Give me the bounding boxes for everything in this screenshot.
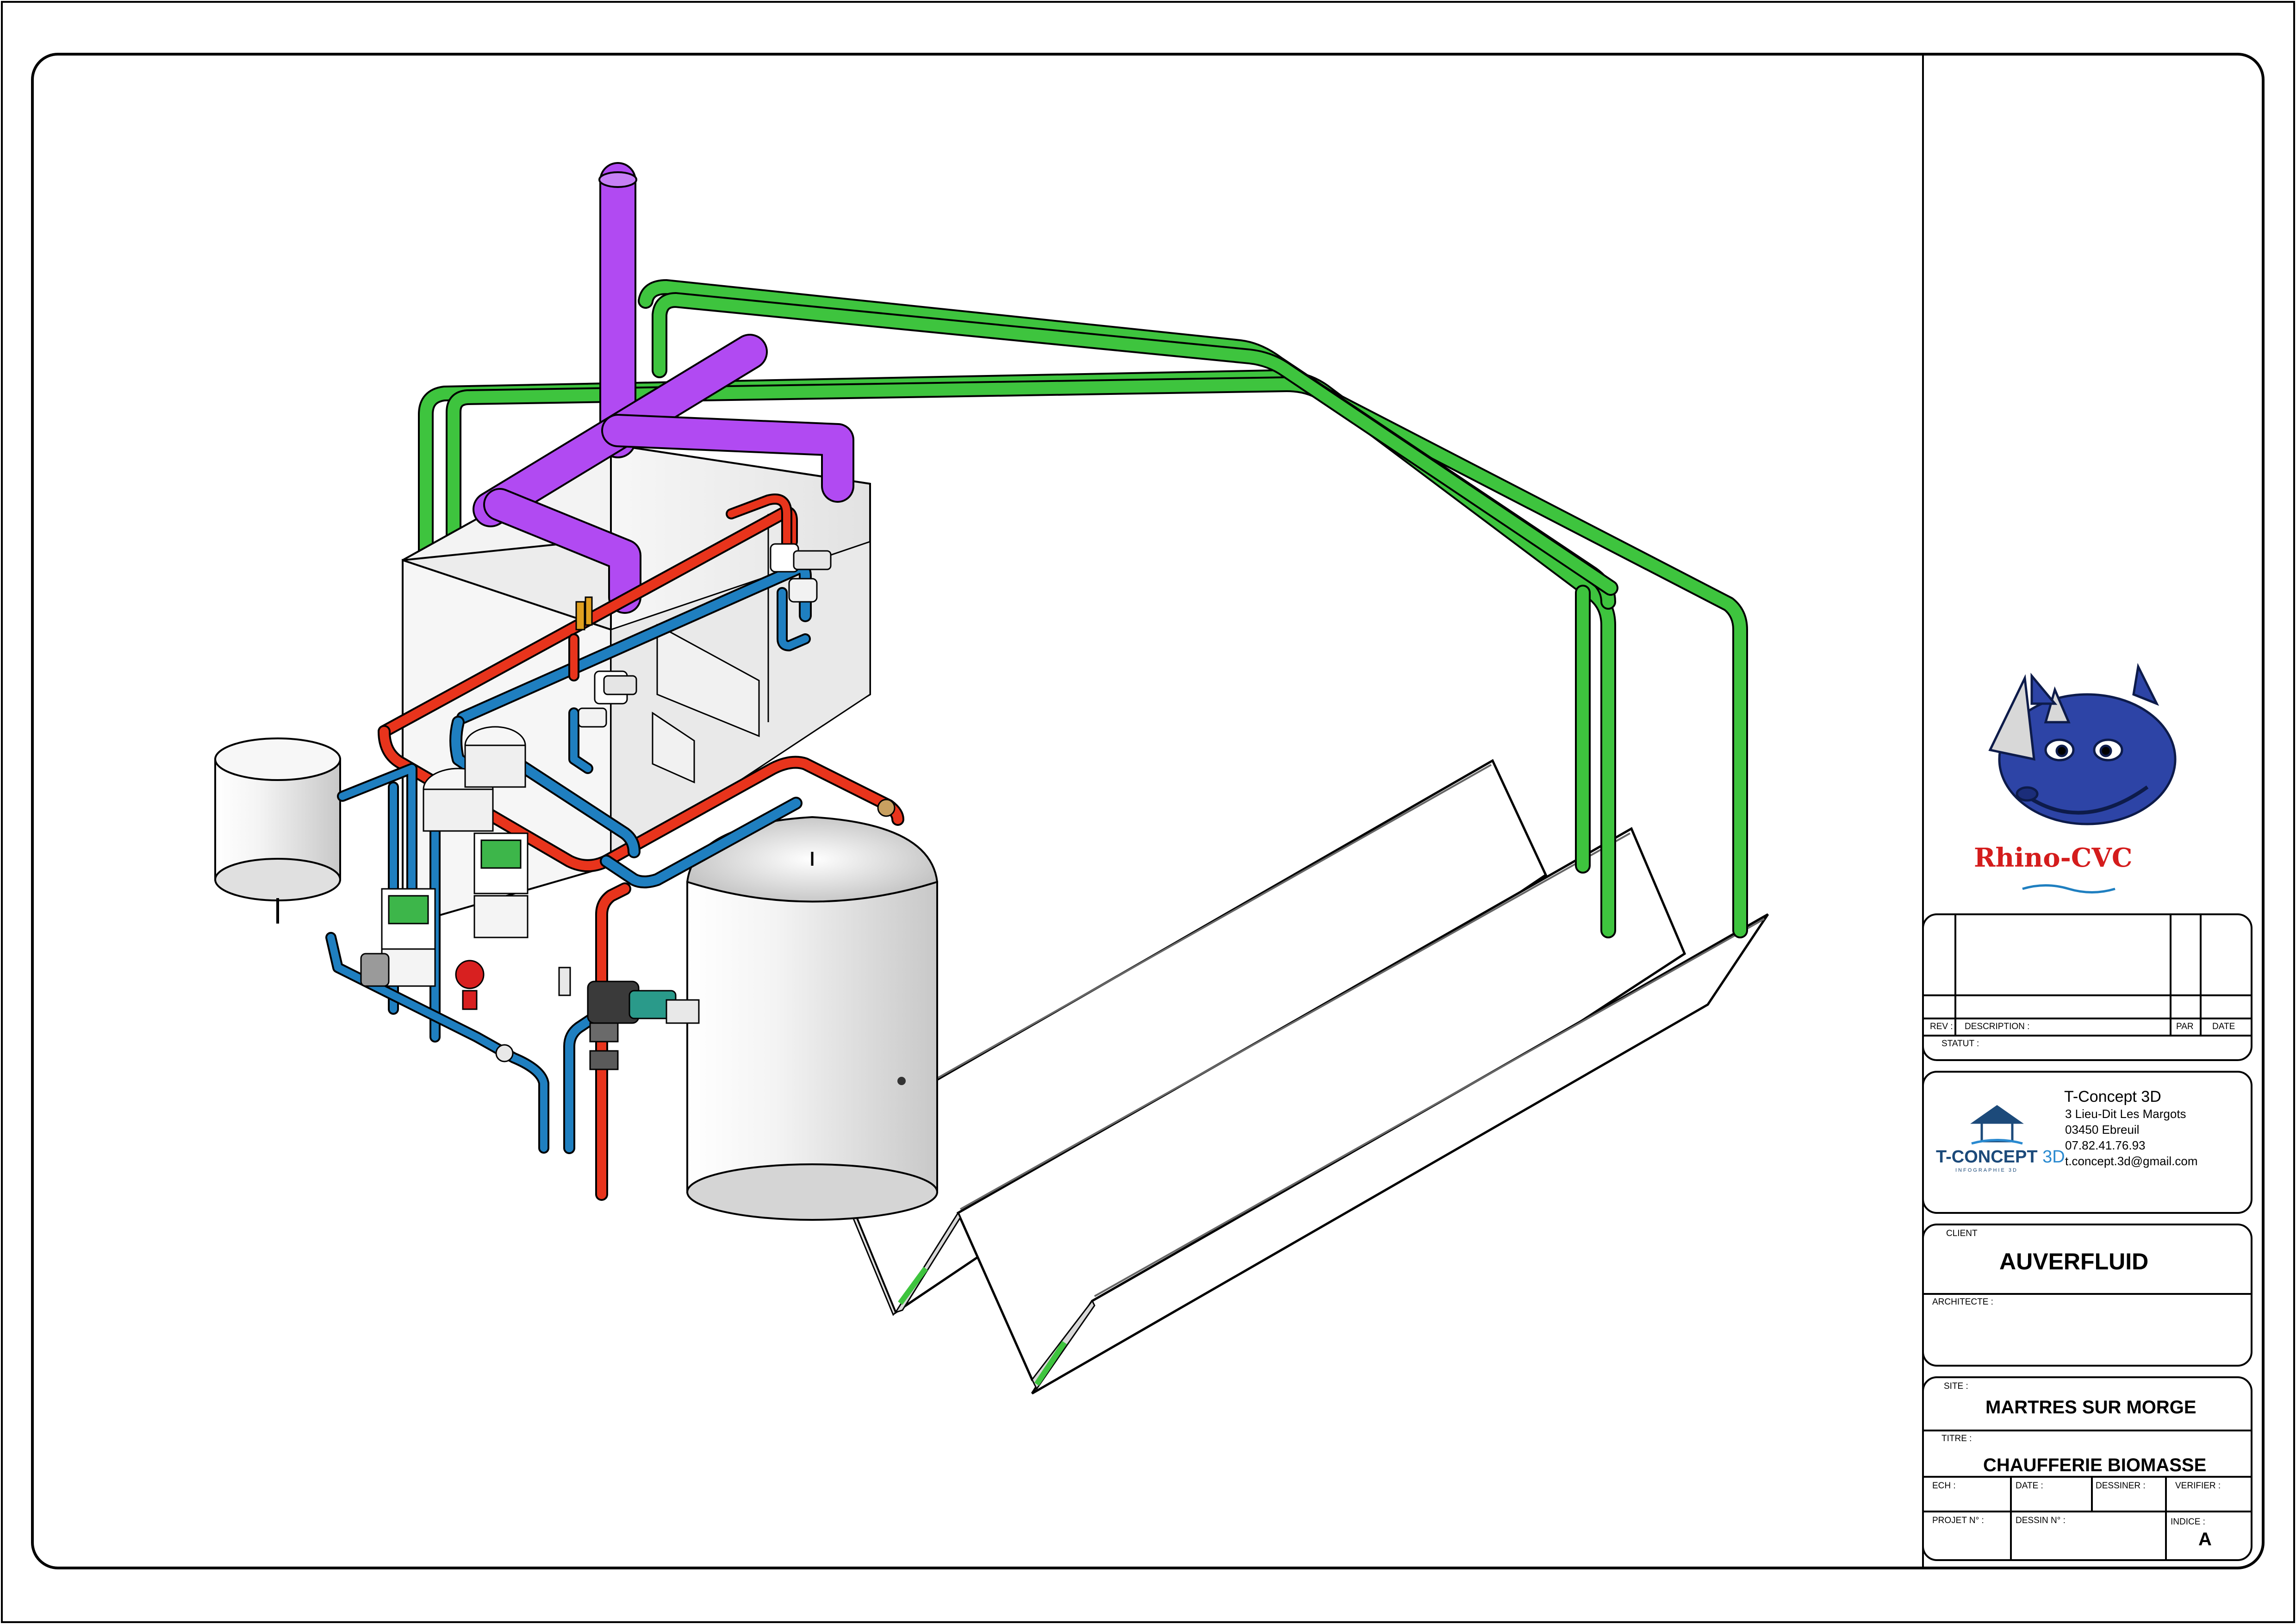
verifier-label: VERIFIER : bbox=[2175, 1481, 2221, 1491]
revision-block bbox=[1922, 913, 2252, 1061]
indice-value: A bbox=[2198, 1529, 2212, 1549]
architecte-label: ARCHITECTE : bbox=[1932, 1297, 1993, 1307]
ech-label: ECH : bbox=[1932, 1481, 1956, 1491]
house-icon bbox=[1970, 1105, 2024, 1145]
rhino-wave-icon bbox=[2022, 884, 2116, 893]
boiler-room-drawing bbox=[214, 162, 1769, 1395]
description-label: DESCRIPTION : bbox=[1965, 1022, 2030, 1031]
company-address-1: 3 Lieu-Dit Les Margots bbox=[2065, 1107, 2186, 1121]
company-logo-tagline: INFOGRAPHIE 3D bbox=[1955, 1168, 2018, 1173]
statut-label: STATUT : bbox=[1941, 1039, 1979, 1049]
indice-label: INDICE : bbox=[2171, 1517, 2205, 1527]
dessiner-label: DESSINER : bbox=[2096, 1481, 2146, 1491]
brand-name: Rhino-CVC bbox=[1974, 843, 2133, 873]
buffer-tank bbox=[686, 816, 939, 1221]
company-phone: 07.82.41.76.93 bbox=[2065, 1138, 2146, 1152]
date-label: DATE : bbox=[2016, 1481, 2043, 1491]
outer-frame bbox=[1, 1, 2295, 1623]
company-name: T-Concept 3D bbox=[2064, 1088, 2161, 1106]
client-block bbox=[1922, 1224, 2252, 1367]
par-label: PAR bbox=[2176, 1022, 2194, 1031]
company-logo-suffix: 3D bbox=[2037, 1147, 2065, 1167]
dessin-label: DESSIN N° : bbox=[2016, 1516, 2066, 1525]
company-email: t.concept.3d@gmail.com bbox=[2065, 1154, 2198, 1168]
client-value: AUVERFLUID bbox=[1999, 1249, 2149, 1274]
rhino-icon bbox=[1988, 663, 2177, 825]
titre-value: CHAUFFERIE BIOMASSE bbox=[1983, 1455, 2207, 1475]
company-address-2: 03450 Ebreuil bbox=[2065, 1123, 2140, 1137]
site-label: SITE : bbox=[1944, 1381, 1968, 1391]
drawing-border bbox=[31, 53, 2265, 1569]
projet-label: PROJET N° : bbox=[1932, 1516, 1984, 1525]
company-logo-main: T-CONCEPT bbox=[1936, 1147, 2038, 1167]
drawing-sheet bbox=[1, 1, 2295, 1623]
company-logo-text: T-CONCEPT 3D bbox=[1936, 1148, 2065, 1166]
client-label: CLIENT bbox=[1946, 1229, 1978, 1238]
titre-label: TITRE : bbox=[1941, 1434, 1972, 1443]
expansion-vessel bbox=[214, 737, 341, 924]
site-value: MARTRES SUR MORGE bbox=[1985, 1397, 2196, 1418]
date-label-rev: DATE bbox=[2212, 1022, 2235, 1031]
rev-label: REV : bbox=[1930, 1022, 1953, 1031]
